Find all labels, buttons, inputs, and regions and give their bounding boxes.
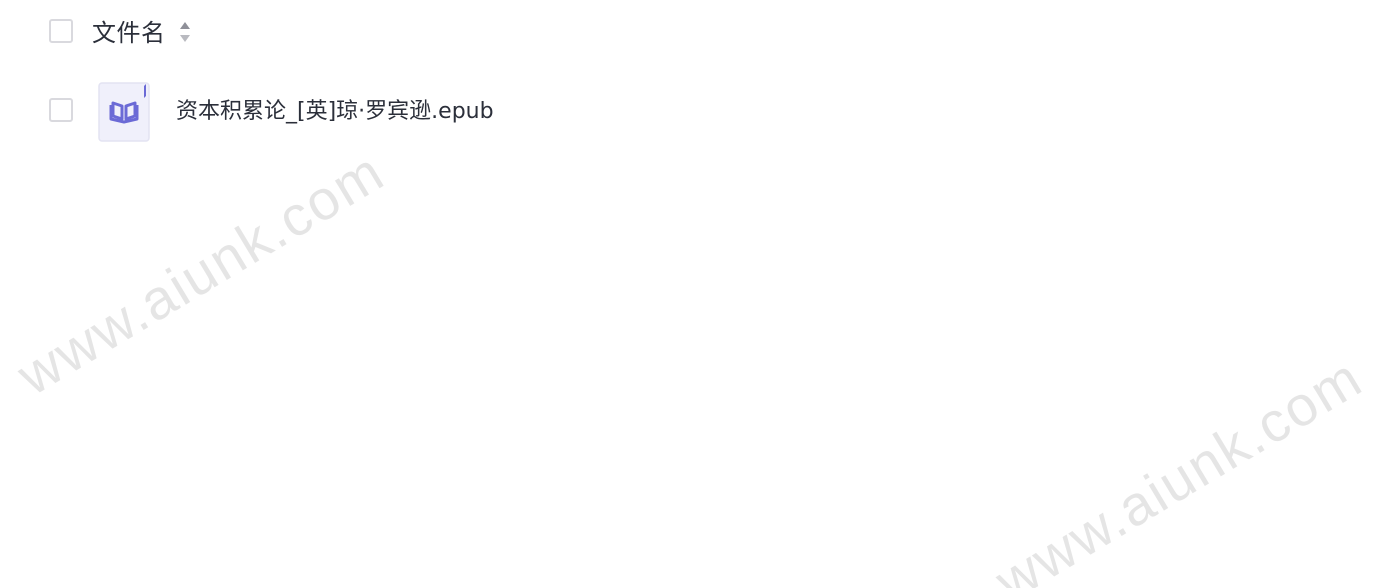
file-name-link[interactable]: 资本积累论_[英]琼·罗宾逊.epub bbox=[176, 96, 494, 128]
file-row-checkbox[interactable] bbox=[49, 98, 73, 122]
sort-updown-icon[interactable] bbox=[178, 21, 192, 43]
epub-book-icon bbox=[98, 82, 150, 142]
file-list-page: 文件名 资本积累论_[英]琼·罗宾逊.epub www.aiunk.com ww… bbox=[0, 0, 1384, 588]
watermark-text: www.aiunk.com bbox=[984, 345, 1373, 588]
watermark-text: www.aiunk.com bbox=[6, 139, 395, 407]
select-all-checkbox[interactable] bbox=[49, 19, 73, 43]
column-header-filename[interactable]: 文件名 bbox=[92, 16, 166, 50]
